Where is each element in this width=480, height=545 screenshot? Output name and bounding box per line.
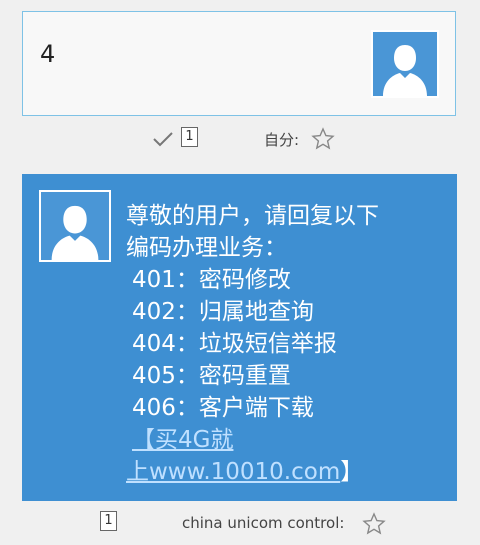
star-icon[interactable] [311,127,335,151]
menu-item: 404：垃圾短信举报 [132,331,337,357]
incoming-message-text: 尊敬的用户，请回复以下 编码办理业务： 401：密码修改 402：归属地查询 404：垃… [126,200,379,488]
incoming-message-bubble[interactable]: 尊敬的用户，请回复以下 编码办理业务： 401：密码修改 402：归属地查询 404：垃… [22,174,457,501]
menu-item: 406：客户端下载 [132,395,314,421]
menu-item: 401：密码修改 [132,267,291,293]
outgoing-message-bubble[interactable]: 4 [22,11,456,116]
url-link[interactable]: www.10010.com [149,459,340,485]
menu-item: 405：密码重置 [132,363,291,389]
message-line: 编码办理业务： [126,235,287,261]
menu-item: 402：归属地查询 [132,299,314,325]
avatar-icon[interactable] [39,190,111,262]
promo-link[interactable]: 【买4G就 [132,427,233,453]
bracket-close: 】 [340,459,364,485]
star-icon[interactable] [362,512,386,536]
sender-label: china unicom control: [182,514,345,532]
check-icon [153,132,173,147]
message-count: 1 [100,511,117,531]
message-line: 尊敬的用户，请回复以下 [126,203,379,229]
sender-label: 自分: [264,131,300,149]
promo-link-prefix[interactable]: 上 [126,459,149,485]
avatar-icon[interactable] [371,30,439,98]
outgoing-message-text: 4 [40,40,56,68]
read-count: 1 [181,127,198,147]
